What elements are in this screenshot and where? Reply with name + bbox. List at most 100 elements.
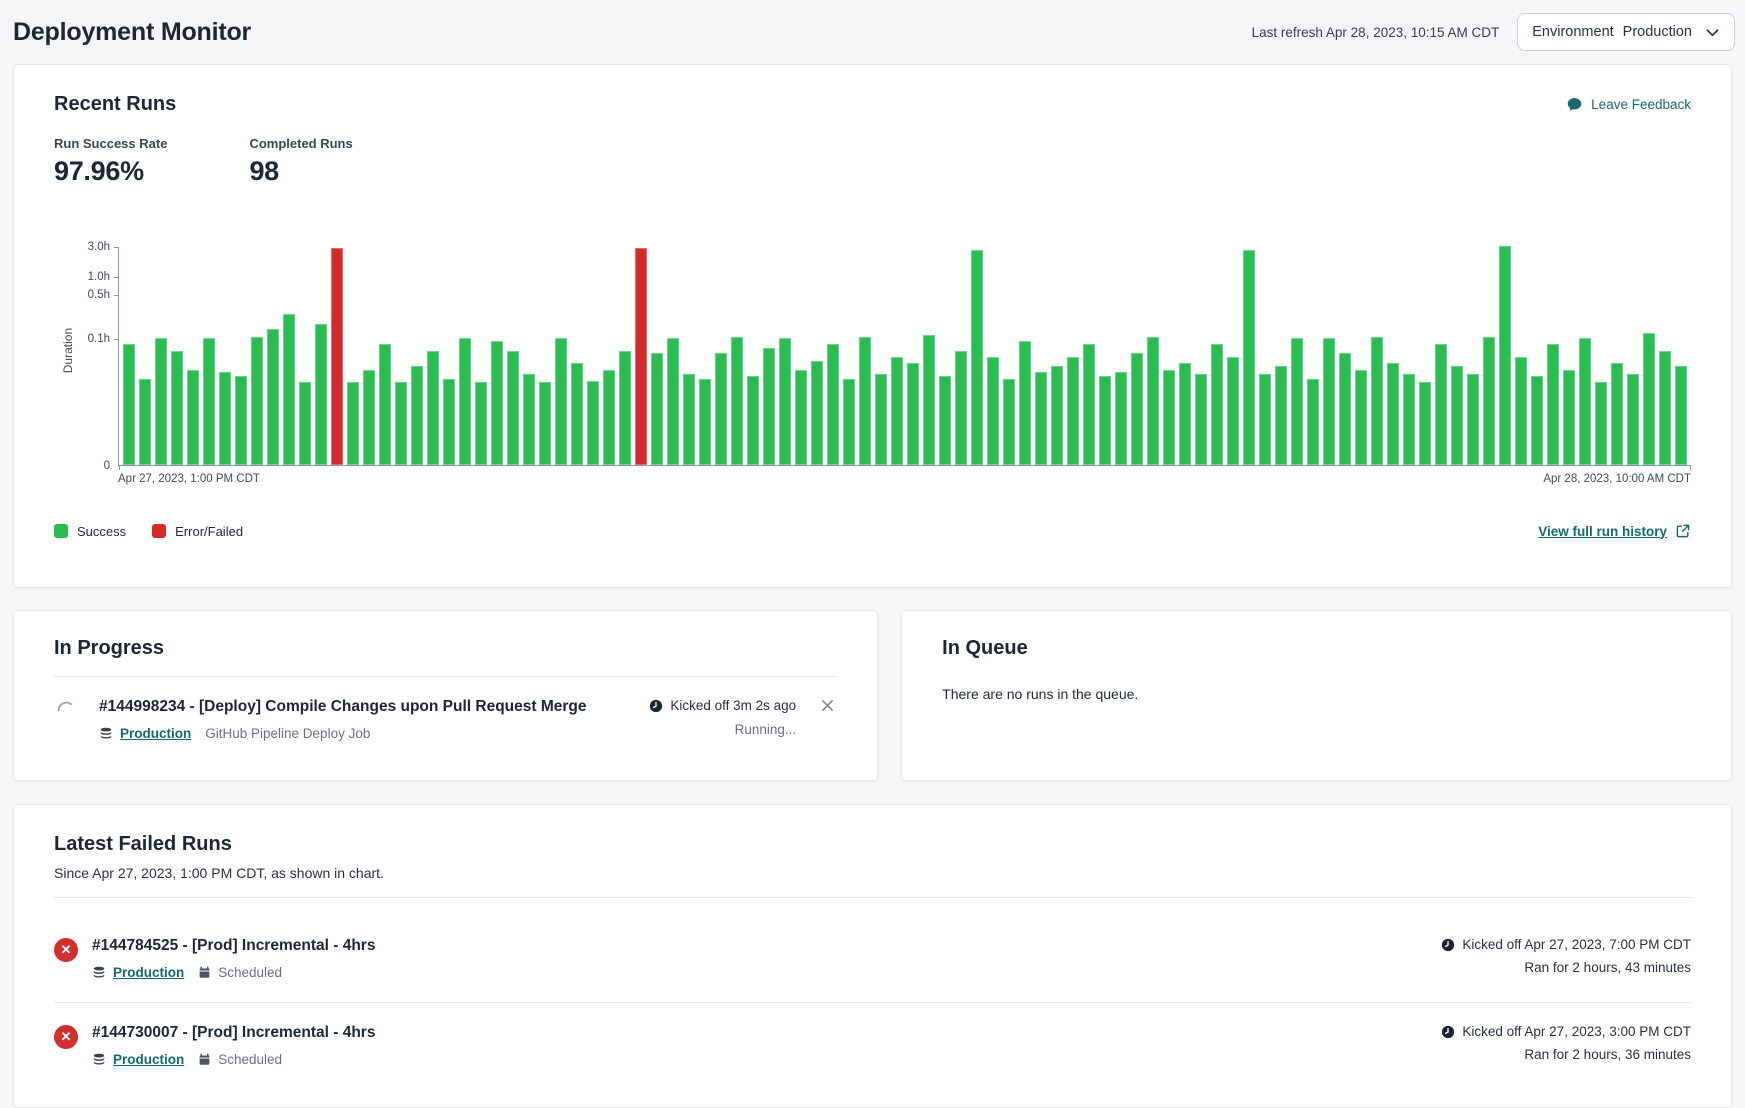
run-bar-success[interactable]	[1467, 374, 1479, 465]
run-bar-success[interactable]	[1611, 363, 1623, 465]
run-bar-success[interactable]	[283, 314, 295, 465]
run-bar-success[interactable]	[875, 374, 887, 465]
run-bar-success[interactable]	[171, 351, 183, 465]
close-icon[interactable]	[818, 698, 837, 713]
run-bar-success[interactable]	[939, 376, 951, 465]
run-bar-success[interactable]	[1163, 370, 1175, 465]
run-bar-success[interactable]	[747, 376, 759, 465]
run-bar-success[interactable]	[859, 337, 871, 465]
run-bar-success[interactable]	[1643, 333, 1655, 465]
run-bar-failed[interactable]	[331, 248, 343, 465]
run-bar-success[interactable]	[715, 353, 727, 465]
run-bar-success[interactable]	[1067, 357, 1079, 465]
run-bar-success[interactable]	[731, 337, 743, 465]
run-bar-success[interactable]	[427, 351, 439, 465]
run-bar-success[interactable]	[1515, 357, 1527, 465]
run-bar-success[interactable]	[1243, 250, 1255, 465]
run-bar-success[interactable]	[539, 382, 551, 465]
run-bar-success[interactable]	[955, 351, 967, 465]
run-bar-success[interactable]	[379, 344, 391, 465]
run-bar-success[interactable]	[123, 344, 135, 465]
run-bar-failed[interactable]	[635, 248, 647, 465]
run-bar-success[interactable]	[1387, 363, 1399, 465]
view-full-run-history-link[interactable]: View full run history	[1538, 523, 1691, 539]
run-bar-success[interactable]	[763, 348, 775, 465]
run-bar-success[interactable]	[443, 379, 455, 465]
run-bar-success[interactable]	[1419, 382, 1431, 465]
run-bar-success[interactable]	[395, 382, 407, 465]
run-bar-success[interactable]	[571, 363, 583, 465]
environment-link[interactable]: Production	[120, 726, 191, 741]
run-bar-success[interactable]	[1595, 382, 1607, 465]
run-bar-success[interactable]	[1083, 344, 1095, 465]
run-bar-success[interactable]	[459, 338, 471, 465]
run-bar-success[interactable]	[267, 329, 279, 465]
run-bar-success[interactable]	[491, 341, 503, 465]
run-bar-success[interactable]	[555, 338, 567, 465]
run-bar-success[interactable]	[1435, 344, 1447, 465]
run-bar-success[interactable]	[1307, 379, 1319, 465]
run-bar-success[interactable]	[1403, 374, 1415, 465]
run-bar-success[interactable]	[683, 374, 695, 465]
run-bar-success[interactable]	[651, 353, 663, 465]
run-bar-success[interactable]	[1627, 374, 1639, 465]
run-bar-success[interactable]	[779, 338, 791, 465]
environment-link[interactable]: Production	[113, 965, 184, 980]
run-bar-success[interactable]	[1675, 366, 1687, 465]
run-bar-success[interactable]	[1547, 344, 1559, 465]
run-bar-success[interactable]	[1227, 357, 1239, 465]
leave-feedback-link[interactable]: Leave Feedback	[1566, 96, 1691, 113]
run-bar-success[interactable]	[475, 382, 487, 465]
run-bar-success[interactable]	[155, 338, 167, 465]
run-bar-success[interactable]	[1147, 337, 1159, 465]
run-bar-success[interactable]	[1563, 370, 1575, 465]
run-bar-success[interactable]	[1499, 246, 1511, 465]
run-bar-success[interactable]	[1051, 366, 1063, 465]
run-bar-success[interactable]	[187, 370, 199, 465]
run-bar-success[interactable]	[1179, 363, 1191, 465]
run-bar-success[interactable]	[1659, 351, 1671, 465]
run-bar-success[interactable]	[699, 379, 711, 465]
run-bar-success[interactable]	[795, 370, 807, 465]
run-bar-success[interactable]	[1531, 376, 1543, 465]
run-bar-success[interactable]	[619, 351, 631, 465]
run-bar-success[interactable]	[1035, 372, 1047, 465]
run-bar-success[interactable]	[667, 338, 679, 465]
run-bar-success[interactable]	[1019, 341, 1031, 465]
run-bar-success[interactable]	[299, 382, 311, 465]
run-bar-success[interactable]	[1451, 366, 1463, 465]
run-bar-success[interactable]	[363, 370, 375, 465]
run-bar-success[interactable]	[1195, 374, 1207, 465]
run-bar-success[interactable]	[891, 357, 903, 465]
run-bar-success[interactable]	[907, 363, 919, 465]
environment-link[interactable]: Production	[113, 1052, 184, 1067]
run-bar-success[interactable]	[251, 337, 263, 465]
run-bar-success[interactable]	[523, 374, 535, 465]
run-bar-success[interactable]	[1355, 370, 1367, 465]
run-bar-success[interactable]	[235, 376, 247, 465]
run-bar-success[interactable]	[811, 361, 823, 465]
run-bar-success[interactable]	[827, 344, 839, 465]
run-bar-success[interactable]	[1259, 374, 1271, 465]
run-bar-success[interactable]	[603, 370, 615, 465]
run-bar-success[interactable]	[1291, 338, 1303, 465]
run-bar-success[interactable]	[1323, 338, 1335, 465]
run-bar-success[interactable]	[1211, 344, 1223, 465]
environment-dropdown[interactable]: Environment Production	[1517, 13, 1735, 51]
run-bar-success[interactable]	[923, 335, 935, 465]
run-bar-success[interactable]	[1275, 366, 1287, 465]
run-bar-success[interactable]	[1131, 353, 1143, 465]
run-bar-success[interactable]	[219, 372, 231, 465]
run-bar-success[interactable]	[1115, 372, 1127, 465]
run-bar-success[interactable]	[843, 379, 855, 465]
run-bar-success[interactable]	[1003, 379, 1015, 465]
run-bar-success[interactable]	[347, 382, 359, 465]
run-bar-success[interactable]	[971, 250, 983, 465]
run-bar-success[interactable]	[1371, 337, 1383, 465]
run-bar-success[interactable]	[411, 366, 423, 465]
run-bar-success[interactable]	[203, 338, 215, 465]
run-bar-success[interactable]	[507, 351, 519, 465]
run-bar-success[interactable]	[139, 379, 151, 465]
run-bar-success[interactable]	[587, 381, 599, 465]
run-bar-success[interactable]	[987, 357, 999, 465]
